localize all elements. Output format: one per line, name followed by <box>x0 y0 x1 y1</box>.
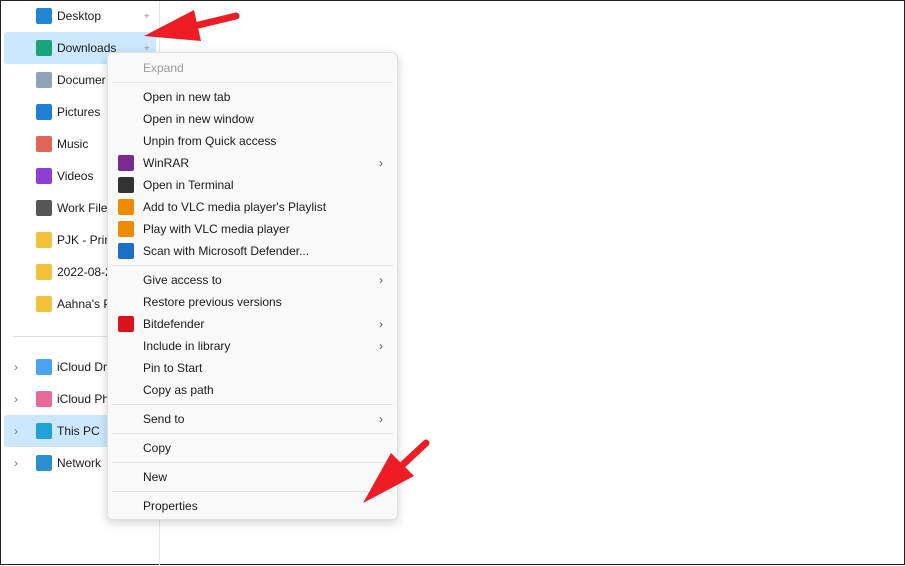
menu-item-winrar[interactable]: WinRAR › <box>112 152 393 174</box>
chevron-right-icon[interactable]: › <box>14 424 18 438</box>
folder-icon <box>36 264 52 280</box>
sidebar-item-label: Work File <box>57 201 108 215</box>
menu-item-bitdefender[interactable]: Bitdefender › <box>112 313 393 335</box>
document-icon <box>36 72 52 88</box>
menu-item-label: Copy <box>143 441 172 455</box>
menu-item-label: Expand <box>143 61 184 75</box>
menu-separator <box>112 491 393 492</box>
terminal-icon <box>118 177 134 193</box>
icloud-photos-icon <box>36 391 52 407</box>
vlc-icon <box>118 221 134 237</box>
menu-separator <box>112 433 393 434</box>
menu-item-label: Play with VLC media player <box>143 222 290 236</box>
network-icon <box>36 455 52 471</box>
menu-item-label: Restore previous versions <box>143 295 282 309</box>
sidebar-item-label: Documer <box>57 73 106 87</box>
menu-item-scan-with-microsoft-defender[interactable]: Scan with Microsoft Defender... <box>112 240 393 262</box>
menu-item-label: Include in library <box>143 339 231 353</box>
download-icon <box>36 40 52 56</box>
menu-item-new[interactable]: New › <box>112 466 393 488</box>
menu-item-expand: Expand <box>112 57 393 79</box>
menu-item-label: Give access to <box>143 273 222 287</box>
chevron-right-icon: › <box>379 470 383 484</box>
menu-item-label: Unpin from Quick access <box>143 134 277 148</box>
menu-separator <box>112 404 393 405</box>
sidebar-item-label: Desktop <box>57 9 102 23</box>
menu-item-properties[interactable]: Properties <box>112 495 393 517</box>
menu-item-label: Copy as path <box>143 383 214 397</box>
menu-separator <box>112 82 393 83</box>
menu-separator <box>112 265 393 266</box>
music-icon <box>36 136 52 152</box>
menu-item-pin-to-start[interactable]: Pin to Start <box>112 357 393 379</box>
sidebar-item-label: iCloud Dr <box>57 360 108 374</box>
menu-item-label: Scan with Microsoft Defender... <box>143 244 310 258</box>
sidebar-item-label: PJK - Prin <box>57 233 112 247</box>
menu-item-include-in-library[interactable]: Include in library › <box>112 335 393 357</box>
sidebar-item-label: Videos <box>57 169 94 183</box>
sidebar-item-label: Aahna's P <box>57 297 112 311</box>
winrar-icon <box>118 155 134 171</box>
sidebar-item-desktop[interactable]: Desktop ⌖ <box>4 0 156 32</box>
sidebar-item-label: iCloud Ph <box>57 392 110 406</box>
menu-item-label: New <box>143 470 168 484</box>
chevron-right-icon[interactable]: › <box>14 392 18 406</box>
arrow-shaft <box>182 12 240 32</box>
chevron-right-icon: › <box>379 317 383 331</box>
sidebar-item-label: Music <box>57 137 89 151</box>
menu-item-copy[interactable]: Copy <box>112 437 393 459</box>
menu-item-label: Pin to Start <box>143 361 203 375</box>
folder-icon <box>36 232 52 248</box>
menu-item-label: Open in new tab <box>143 90 231 104</box>
menu-item-give-access-to[interactable]: Give access to › <box>112 269 393 291</box>
sidebar-item-label: Pictures <box>57 105 101 119</box>
chevron-right-icon: › <box>379 412 383 426</box>
menu-item-send-to[interactable]: Send to › <box>112 408 393 430</box>
context-menu: Expand Open in new tab Open in new window U… <box>107 52 398 520</box>
vlc-icon <box>118 199 134 215</box>
drive-icon <box>36 200 52 216</box>
menu-item-open-in-new-window[interactable]: Open in new window <box>112 108 393 130</box>
menu-item-add-to-vlc-media-player-s-playlist[interactable]: Add to VLC media player's Playlist <box>112 196 393 218</box>
menu-item-label: Add to VLC media player's Playlist <box>143 200 327 214</box>
menu-item-label: Open in new window <box>143 112 254 126</box>
menu-separator <box>112 462 393 463</box>
chevron-right-icon: › <box>379 339 383 353</box>
pictures-icon <box>36 104 52 120</box>
bitdefender-icon <box>118 316 134 332</box>
menu-item-unpin-from-quick-access[interactable]: Unpin from Quick access <box>112 130 393 152</box>
menu-item-copy-as-path[interactable]: Copy as path <box>112 379 393 401</box>
menu-item-label: Open in Terminal <box>143 178 234 192</box>
menu-item-restore-previous-versions[interactable]: Restore previous versions <box>112 291 393 313</box>
menu-item-label: WinRAR <box>143 156 190 170</box>
desktop-icon <box>36 8 52 24</box>
defender-shield-icon <box>118 243 134 259</box>
sidebar-item-label: Downloads <box>57 41 117 55</box>
chevron-right-icon: › <box>379 273 383 287</box>
pin-icon[interactable]: ⌖ <box>144 11 150 22</box>
chevron-right-icon[interactable]: › <box>14 456 18 470</box>
videos-icon <box>36 168 52 184</box>
chevron-right-icon: › <box>379 156 383 170</box>
chevron-right-icon[interactable]: › <box>14 360 18 374</box>
menu-item-play-with-vlc-media-player[interactable]: Play with VLC media player <box>112 218 393 240</box>
arrow-shaft <box>392 439 430 475</box>
folder-icon <box>36 296 52 312</box>
icloud-drive-icon <box>36 359 52 375</box>
menu-item-label: Properties <box>143 499 198 513</box>
sidebar-item-label: This PC <box>57 424 100 438</box>
sidebar-item-label: Network <box>57 456 102 470</box>
sidebar-item-label: 2022-08-2 <box>57 265 112 279</box>
menu-item-label: Send to <box>143 412 185 426</box>
menu-item-label: Bitdefender <box>143 317 205 331</box>
menu-item-open-in-new-tab[interactable]: Open in new tab <box>112 86 393 108</box>
this-pc-icon <box>36 423 52 439</box>
menu-item-open-in-terminal[interactable]: Open in Terminal <box>112 174 393 196</box>
